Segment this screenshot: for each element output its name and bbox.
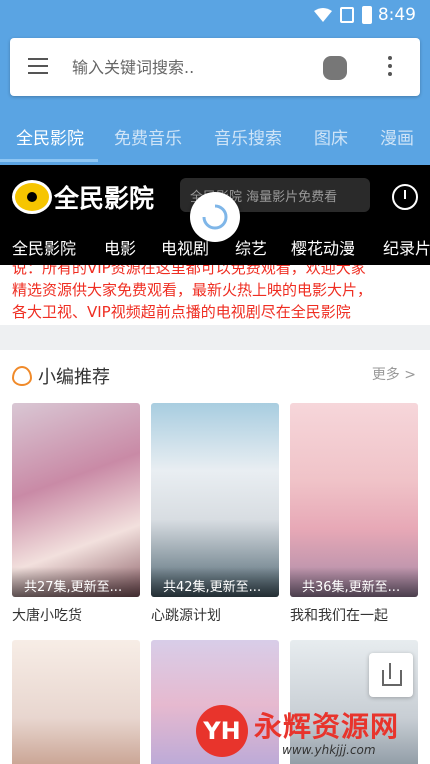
video-title: 大唐小吃货 (12, 608, 82, 624)
episode-count: 共27集,更新至... (12, 567, 140, 597)
site-logo[interactable]: 全民影院 (12, 177, 154, 217)
notice-line-2: 精选资源供大家免费观看，最新火热上映的电影大片， (12, 281, 373, 299)
episode-count: 共42集,更新至... (151, 567, 279, 597)
tab-music-search[interactable]: 音乐搜索 (214, 124, 282, 149)
video-poster: 共36集,更新至... (290, 403, 418, 597)
tab-comics[interactable]: 漫画 (380, 124, 414, 149)
category-anime[interactable]: 樱花动漫 (291, 235, 355, 259)
more-options-icon[interactable] (388, 56, 394, 78)
category-quanmin[interactable]: 全民影院 (12, 235, 76, 259)
status-bar: 8:49 (0, 0, 430, 30)
recommend-title: 小编推荐 (38, 367, 110, 388)
episode-count: 共36集,更新至... (290, 567, 418, 597)
tab-image-host[interactable]: 图床 (314, 124, 348, 149)
notice-line-1: 说：所有的VIP资源在这里都可以免费观看，欢迎大家 (12, 265, 366, 277)
tab-bar: 全民影院 免费音乐 音乐搜索 图床 漫画 (0, 118, 430, 162)
loading-spinner (190, 192, 240, 242)
search-input[interactable] (72, 52, 312, 82)
video-poster: 共27集,更新至... (12, 403, 140, 597)
category-movies[interactable]: 电影 (104, 235, 136, 259)
app-bar: 8:49 全民影院 免费音乐 音乐搜索 图床 漫画 (0, 0, 430, 165)
category-variety[interactable]: 综艺 (235, 235, 267, 259)
watermark-brand: 永辉资源网 (254, 710, 400, 743)
notice-text: 说：所有的VIP资源在这里都可以免费观看，欢迎大家 精选资源供大家免费观看，最新… (0, 265, 430, 325)
video-card[interactable]: 共42集,更新至... 心跳源计划 (151, 403, 279, 624)
battery-icon (362, 6, 372, 24)
status-time: 8:49 (377, 5, 416, 25)
wifi-icon (314, 8, 332, 22)
fire-icon (12, 366, 32, 386)
watermark: YH 永辉资源网 www.yhkjjj.com (196, 703, 420, 763)
recommend-more-link[interactable]: 更多 > (372, 364, 416, 384)
recommend-section: 小编推荐 更多 > 共27集,更新至... 大唐小吃货 共42集,更新至... … (0, 350, 430, 764)
tab-indicator (0, 159, 98, 162)
site-logo-text: 全民影院 (54, 184, 155, 213)
video-poster: 共42集,更新至... (151, 403, 279, 597)
watermark-logo: YH (196, 705, 248, 757)
history-clock-icon[interactable] (392, 184, 418, 210)
category-documentary[interactable]: 纪录片 (383, 235, 430, 259)
video-card[interactable]: 共36集,更新至... 我和我们在一起 (290, 403, 418, 624)
no-sim-icon (340, 7, 354, 23)
voice-search-icon[interactable] (323, 56, 347, 80)
watermark-url: www.yhkjjj.com (282, 743, 376, 757)
video-title: 我和我们在一起 (290, 608, 388, 624)
tab-free-music[interactable]: 免费音乐 (114, 124, 182, 149)
video-card[interactable] (12, 640, 140, 764)
share-button[interactable] (369, 653, 413, 697)
tab-quanmin-yingyuan[interactable]: 全民影院 (16, 124, 84, 149)
recommend-header: 小编推荐 (12, 364, 110, 388)
menu-icon[interactable] (28, 58, 48, 74)
notice-line-3: 各大卫视、VIP视频超前点播的电视剧尽在全民影院 (12, 303, 351, 321)
search-bar (10, 38, 420, 96)
lemon-logo-icon (12, 180, 52, 214)
video-card[interactable]: 共27集,更新至... 大唐小吃货 (12, 403, 140, 624)
video-title: 心跳源计划 (151, 608, 221, 624)
